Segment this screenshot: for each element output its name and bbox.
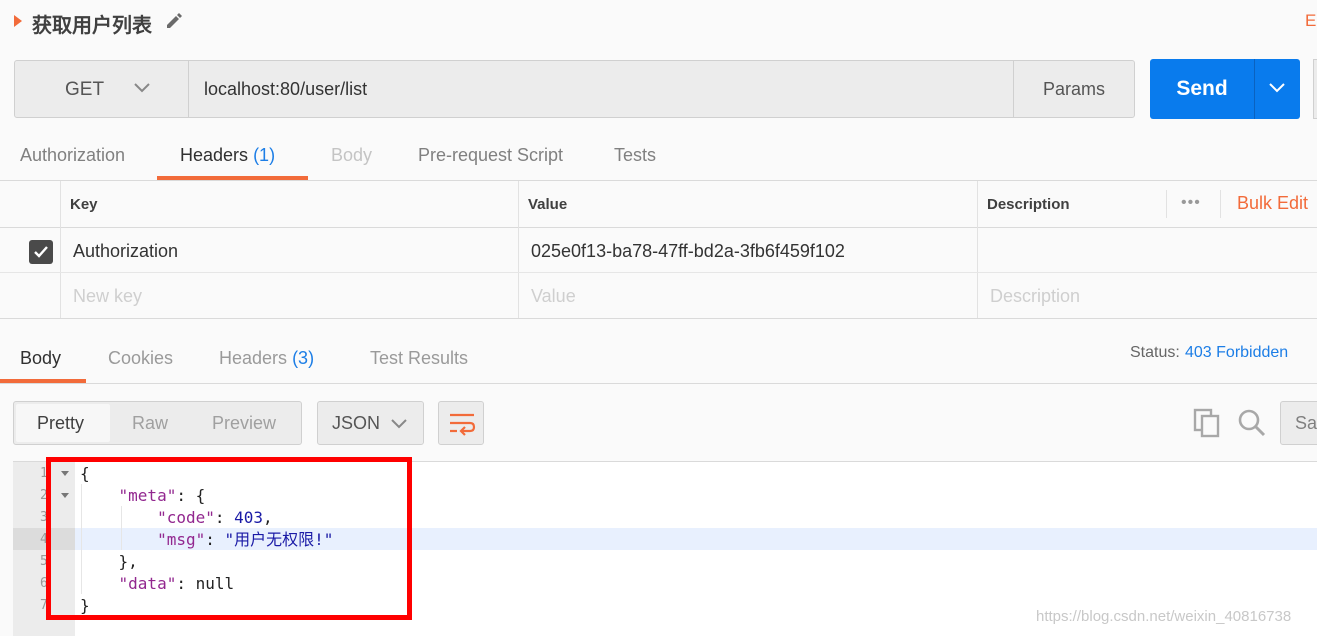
response-tab-cookies[interactable]: Cookies [108,348,173,369]
divider [977,181,978,318]
method-select[interactable]: GET [14,60,189,118]
status-label: Status: [1130,344,1180,361]
checkmark-icon [34,246,48,258]
divider [60,181,61,318]
view-pretty-button[interactable]: Pretty [37,413,84,434]
tab-label: Headers [219,348,288,368]
chevron-down-icon [1269,83,1285,93]
chevron-down-icon [391,419,407,429]
divider [0,383,1317,384]
collapse-caret-icon[interactable] [14,15,22,27]
tab-label: Tests [614,145,657,165]
copy-icon[interactable] [1193,408,1221,438]
header-value-cell[interactable]: 025e0f13-ba78-47ff-bd2a-3fb6f459f102 [531,241,845,262]
tab-label: Body [331,145,373,165]
examples-link[interactable]: E: [1305,11,1317,31]
format-label: JSON [332,413,381,433]
view-preview-button[interactable]: Preview [212,413,276,434]
divider [0,272,1317,273]
tab-headers[interactable]: Headers (1) [180,145,275,166]
annotation-highlight-box [46,457,412,620]
wrap-lines-icon [450,413,476,436]
header-enabled-checkbox[interactable] [29,240,53,264]
search-icon[interactable] [1237,408,1267,438]
new-value-input[interactable]: Value [531,286,576,307]
new-key-input[interactable]: New key [73,286,142,307]
status-value[interactable]: 403 Forbidden [1185,344,1288,362]
tab-label: Headers [180,145,249,165]
tab-label: Cookies [108,348,174,368]
column-header-value: Value [528,196,568,213]
bulk-edit-link[interactable]: Bulk Edit [1237,193,1308,214]
wrap-lines-button[interactable] [438,401,484,445]
save-button[interactable] [1313,59,1317,119]
request-header: 获取用户列表 E: [0,0,1317,44]
tab-count: (1) [253,145,276,165]
divider [0,227,1317,228]
send-button[interactable]: Send [1150,59,1254,119]
request-title[interactable]: 获取用户列表 [32,9,152,38]
tab-tests[interactable]: Tests [614,145,656,166]
params-button[interactable]: Params [1013,60,1135,118]
divider [0,180,1317,181]
divider [1166,190,1167,218]
tab-label: Authorization [20,145,126,165]
send-options-button[interactable] [1254,59,1300,119]
tab-body[interactable]: Body [331,145,372,166]
url-text: localhost:80/user/list [204,79,368,99]
pencil-icon[interactable] [164,11,184,31]
view-raw-button[interactable]: Raw [132,413,168,434]
new-description-input[interactable]: Description [990,286,1080,307]
response-tab-headers[interactable]: Headers (3) [219,348,314,369]
header-key-cell[interactable]: Authorization [73,241,178,262]
tab-label: Pre-request Script [418,145,564,165]
divider [1220,190,1221,218]
format-select[interactable]: JSON [317,401,424,445]
view-mode-group: Pretty Raw Preview [13,401,302,445]
tab-label: Test Results [370,348,469,368]
divider [0,318,1317,319]
url-input[interactable]: localhost:80/user/list [188,60,1014,118]
save-response-button[interactable]: Sav [1280,401,1317,445]
chevron-down-icon [134,83,150,93]
tab-pre-request-script[interactable]: Pre-request Script [418,145,563,166]
watermark: https://blog.csdn.net/weixin_40816738 [1036,608,1292,625]
tab-label: Body [20,348,62,368]
divider [518,181,519,318]
tab-count: (3) [292,348,315,368]
response-tab-body[interactable]: Body [20,348,61,369]
response-tab-test-results[interactable]: Test Results [370,348,468,369]
more-options-icon[interactable]: ••• [1181,194,1201,212]
column-header-description: Description [987,196,1070,213]
column-header-key: Key [70,196,98,213]
method-label: GET [65,79,105,100]
tab-authorization[interactable]: Authorization [20,145,125,166]
